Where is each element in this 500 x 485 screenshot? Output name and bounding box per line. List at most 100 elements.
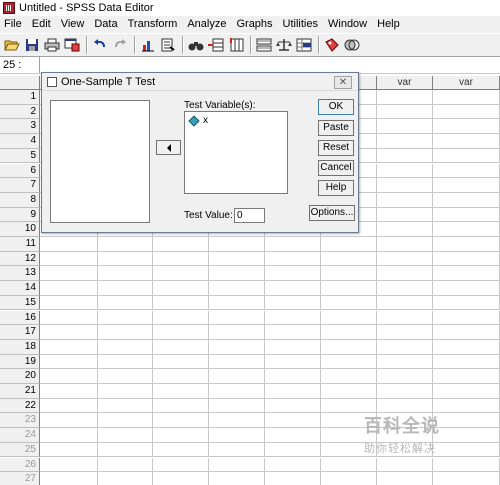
row-number[interactable]: 4 [0,134,40,149]
insert-case-icon[interactable] [207,36,225,54]
table-cell[interactable] [321,310,377,326]
table-cell[interactable] [98,325,153,340]
table-cell[interactable] [40,442,98,458]
table-cell[interactable] [153,339,209,355]
table-cell[interactable] [153,354,209,370]
row-number[interactable]: 21 [0,384,40,399]
table-cell[interactable] [433,163,500,179]
table-cell[interactable] [433,266,500,282]
table-cell[interactable] [433,104,500,120]
menu-view[interactable]: View [56,16,90,33]
table-cell[interactable] [98,281,153,296]
row-number[interactable]: 15 [0,295,40,311]
table-cell[interactable] [209,281,265,296]
table-cell[interactable] [265,384,321,399]
table-cell[interactable] [377,192,433,208]
table-cell[interactable] [265,281,321,296]
table-cell[interactable] [209,413,265,429]
dialog-title-bar[interactable]: One-Sample T Test [42,73,358,91]
table-cell[interactable] [153,413,209,429]
table-cell[interactable] [377,369,433,384]
table-cell[interactable] [209,442,265,458]
table-cell[interactable] [433,457,500,473]
table-cell[interactable] [377,134,433,149]
table-cell[interactable] [98,413,153,429]
table-cell[interactable] [40,339,98,355]
menu-data[interactable]: Data [89,16,122,33]
move-variable-button[interactable] [156,140,181,155]
table-cell[interactable] [377,325,433,340]
table-cell[interactable] [321,295,377,311]
table-cell[interactable] [321,384,377,399]
table-cell[interactable] [98,310,153,326]
row-number[interactable]: 22 [0,398,40,414]
table-cell[interactable] [209,325,265,340]
cell-value-input[interactable] [40,57,500,73]
table-cell[interactable] [265,251,321,267]
table-cell[interactable] [433,222,500,237]
grid-corner[interactable] [0,76,40,90]
table-cell[interactable] [433,119,500,135]
table-cell[interactable] [265,295,321,311]
table-cell[interactable] [433,472,500,485]
table-cell[interactable] [40,310,98,326]
row-number[interactable]: 2 [0,104,40,120]
table-cell[interactable] [321,237,377,252]
table-cell[interactable] [98,266,153,282]
cancel-button[interactable]: Cancel [318,160,354,176]
row-number[interactable]: 9 [0,207,40,223]
table-cell[interactable] [433,251,500,267]
table-cell[interactable] [377,472,433,485]
table-cell[interactable] [433,310,500,326]
table-cell[interactable] [40,266,98,282]
table-cell[interactable] [433,237,500,252]
paste-button[interactable]: Paste [318,120,354,136]
row-number[interactable]: 5 [0,148,40,164]
table-cell[interactable] [377,163,433,179]
table-cell[interactable] [40,472,98,485]
table-cell[interactable] [377,104,433,120]
ok-button[interactable]: OK [318,99,354,115]
table-cell[interactable] [40,457,98,473]
table-cell[interactable] [40,428,98,443]
table-cell[interactable] [321,457,377,473]
table-cell[interactable] [321,354,377,370]
table-cell[interactable] [377,339,433,355]
table-cell[interactable] [377,207,433,223]
table-cell[interactable] [377,222,433,237]
table-cell[interactable] [40,369,98,384]
table-cell[interactable] [40,281,98,296]
test-value-input[interactable]: 0 [234,208,265,223]
table-cell[interactable] [153,472,209,485]
table-cell[interactable] [209,354,265,370]
row-number[interactable]: 20 [0,369,40,384]
row-number[interactable]: 26 [0,457,40,473]
table-cell[interactable] [153,442,209,458]
table-cell[interactable] [40,413,98,429]
table-cell[interactable] [153,281,209,296]
goto-chart-icon[interactable] [139,36,157,54]
table-cell[interactable] [265,442,321,458]
table-cell[interactable] [321,325,377,340]
table-cell[interactable] [433,339,500,355]
row-number[interactable]: 19 [0,354,40,370]
row-number[interactable]: 13 [0,266,40,282]
row-number[interactable]: 25 [0,442,40,458]
print-icon[interactable] [43,36,61,54]
goto-case-icon[interactable] [159,36,177,54]
table-cell[interactable] [433,134,500,149]
spss-app-icon[interactable] [3,2,15,14]
table-cell[interactable] [209,295,265,311]
menu-graphs[interactable]: Graphs [231,16,277,33]
table-cell[interactable] [433,281,500,296]
table-cell[interactable] [377,384,433,399]
table-cell[interactable] [321,369,377,384]
row-number[interactable]: 8 [0,192,40,208]
table-cell[interactable] [433,369,500,384]
menu-analyze[interactable]: Analyze [182,16,231,33]
table-cell[interactable] [433,384,500,399]
table-cell[interactable] [265,369,321,384]
table-cell[interactable] [265,354,321,370]
table-cell[interactable] [209,384,265,399]
row-number[interactable]: 14 [0,281,40,296]
